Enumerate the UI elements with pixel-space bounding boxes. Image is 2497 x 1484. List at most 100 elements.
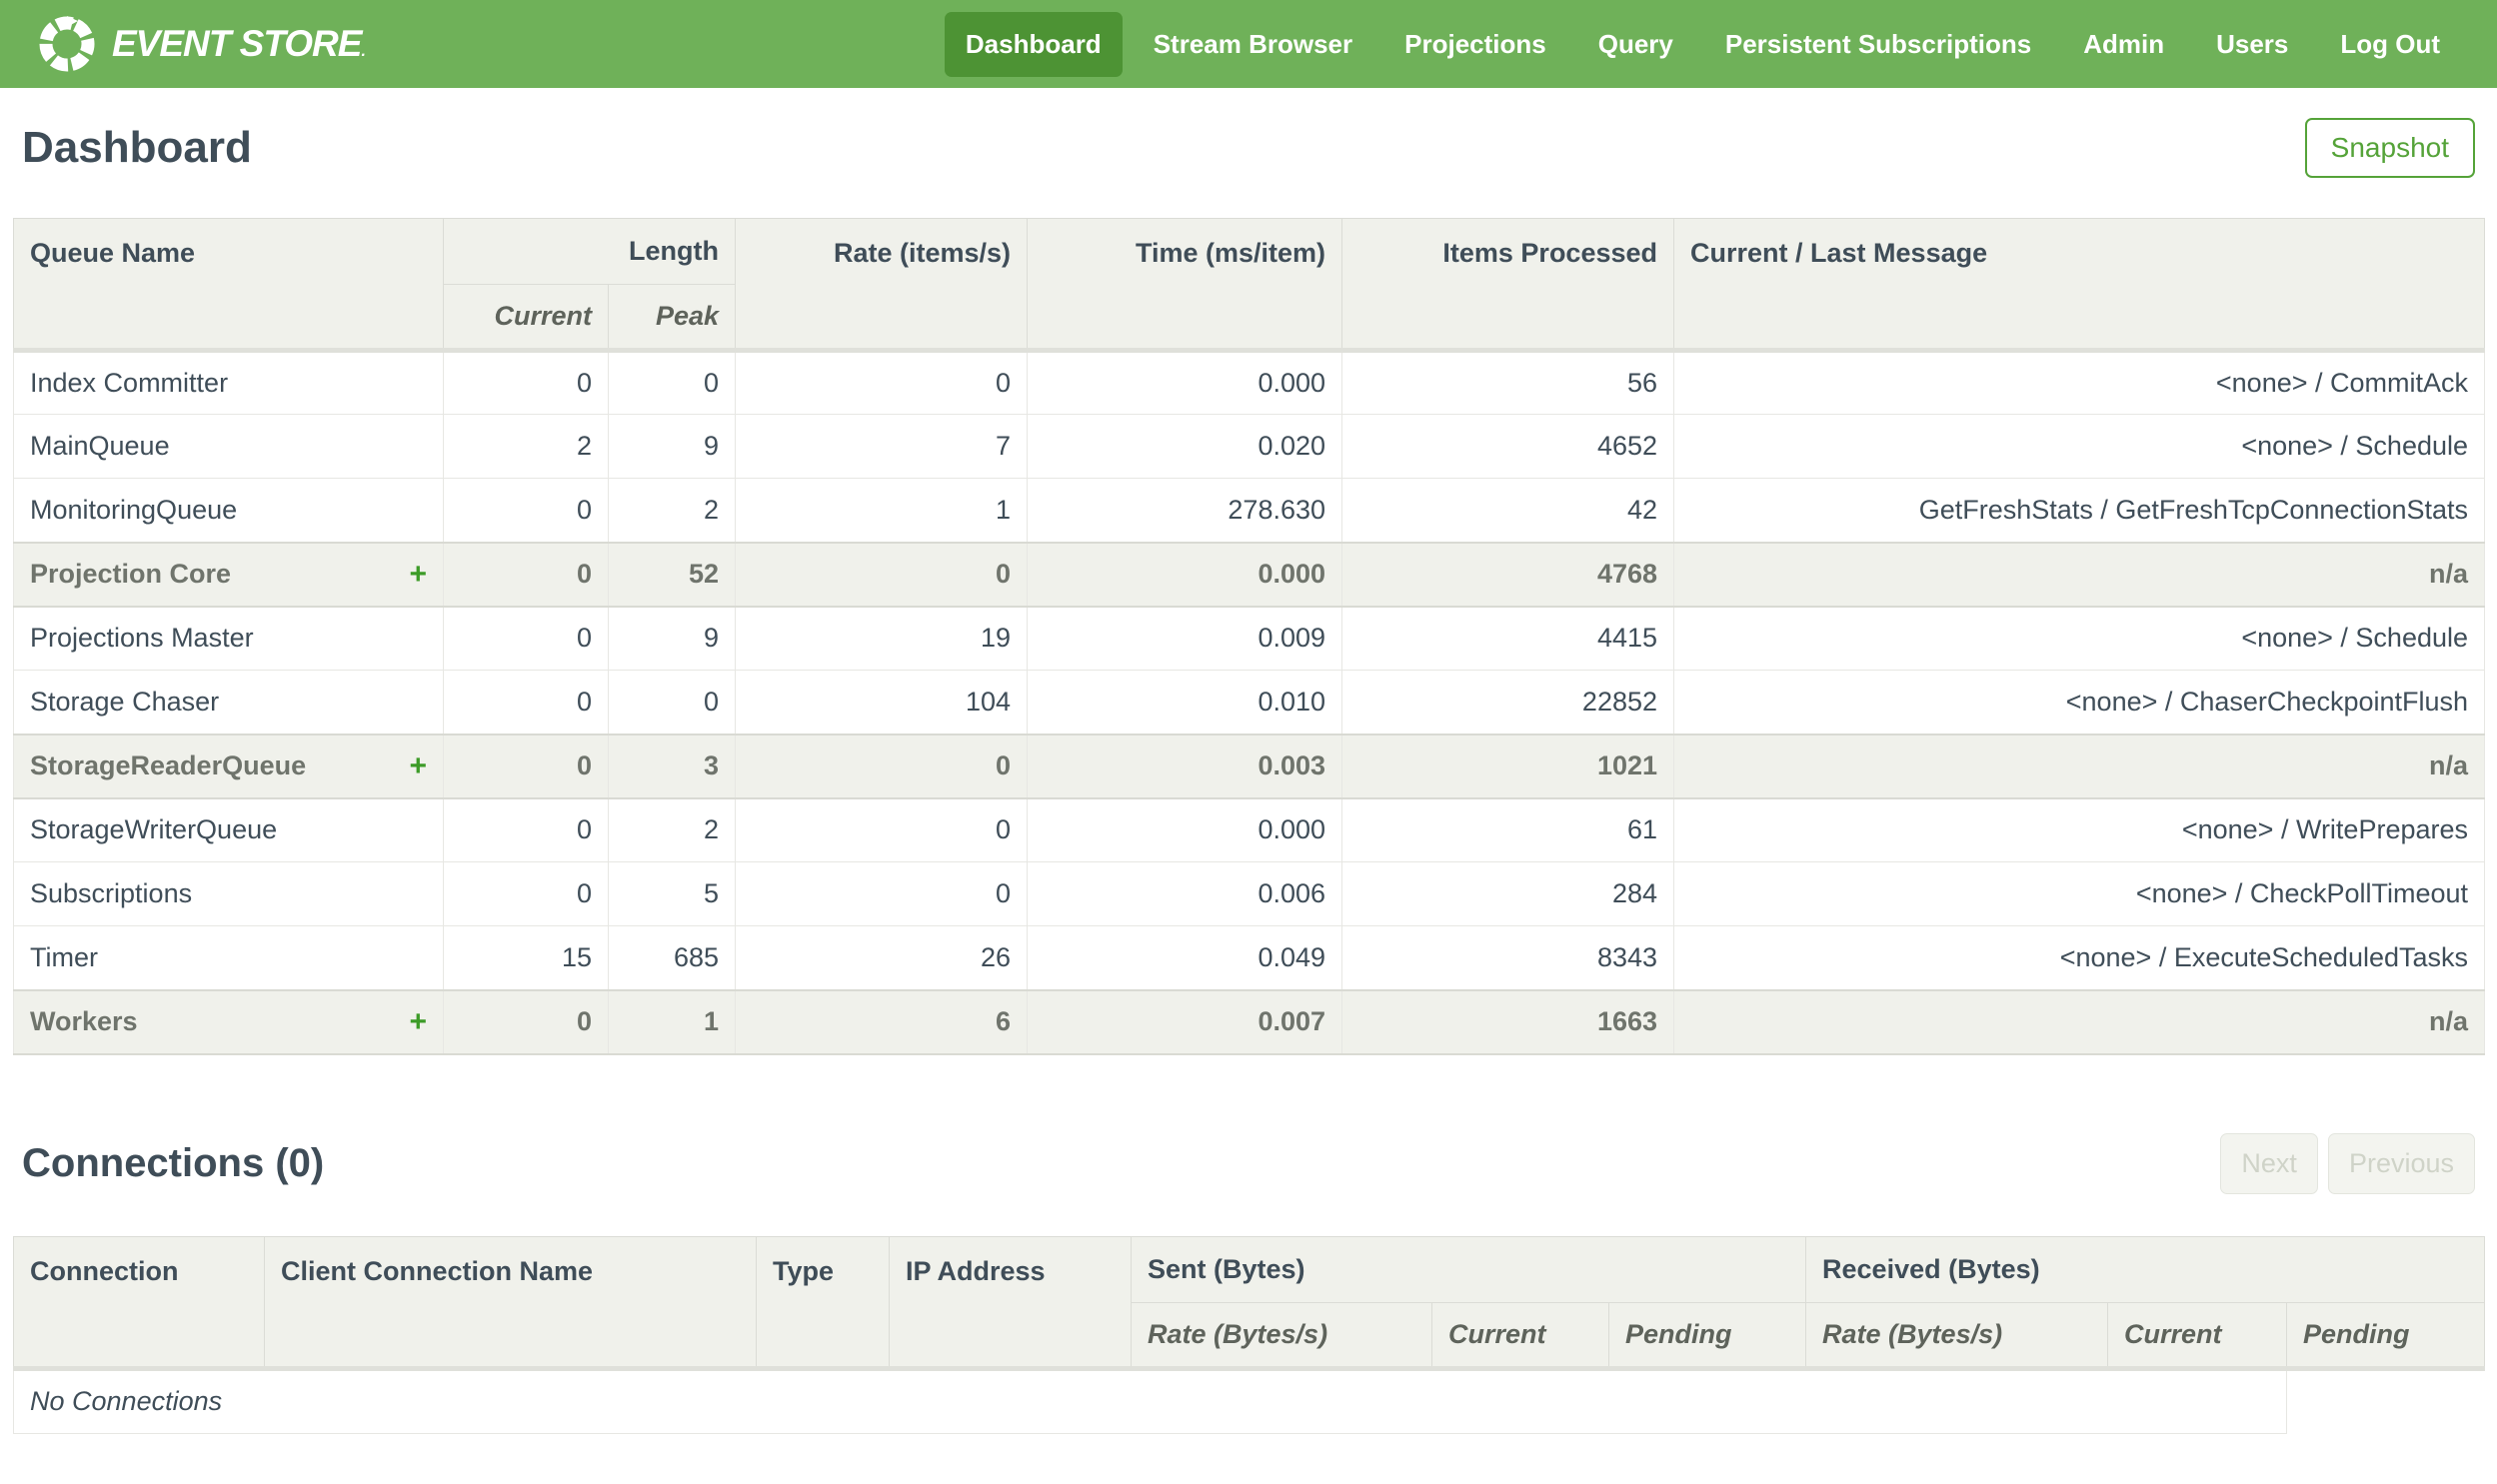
- queue-name-cell: Projection Core +: [13, 541, 444, 608]
- queue-name-cell: Index Committer +: [13, 350, 444, 415]
- col-header-connection: Connection: [13, 1235, 265, 1369]
- connections-table-head: Connection Client Connection Name Type I…: [13, 1235, 2486, 1369]
- queue-items-processed-cell: 56: [1341, 350, 1675, 415]
- queue-items-processed-cell: 284: [1341, 861, 1675, 926]
- queue-items-processed-cell: 8343: [1341, 925, 1675, 990]
- queue-time-cell: 0.007: [1027, 988, 1343, 1055]
- ghost-cell: [2286, 1368, 2485, 1433]
- nav-item[interactable]: Dashboard: [944, 11, 1123, 77]
- queue-name: MainQueue: [30, 431, 170, 461]
- queue-items-processed-cell: 1663: [1341, 988, 1675, 1055]
- queue-row: Index Committer + 0 0 0 0.000 56 <none> …: [13, 350, 2486, 415]
- queue-items-processed-cell: 1021: [1341, 733, 1675, 799]
- queue-message-cell: <none> / CommitAck: [1673, 350, 2486, 415]
- nav-item[interactable]: Query: [1577, 12, 1694, 77]
- queue-time-cell: 0.009: [1027, 606, 1343, 671]
- nav-item[interactable]: Admin: [2062, 12, 2185, 77]
- queue-name-cell: StorageWriterQueue +: [13, 797, 444, 862]
- queue-time-cell: 0.000: [1027, 797, 1343, 862]
- queue-name-cell: Workers +: [13, 988, 444, 1055]
- connections-table-body: No Connections: [12, 1367, 2485, 1434]
- next-button[interactable]: Next: [2220, 1132, 2318, 1194]
- col-header-length-current: Current: [443, 284, 609, 351]
- queue-name-cell: StorageReaderQueue +: [13, 733, 444, 799]
- page-header: Dashboard Snapshot: [22, 118, 2475, 178]
- queue-rate-cell: 0: [735, 350, 1029, 415]
- queue-name: MonitoringQueue: [30, 494, 238, 525]
- queue-length-current-cell: 0: [443, 478, 609, 543]
- col-header-received-rate: Rate (Bytes/s): [1805, 1301, 2109, 1369]
- col-header-type: Type: [756, 1235, 890, 1369]
- queue-length-peak-cell: 1: [607, 988, 737, 1055]
- queue-row: Projections Master + 0 9 19 0.009 4415 <…: [13, 606, 2486, 671]
- queue-message-cell: <none> / WritePrepares: [1673, 797, 2486, 862]
- queue-rate-cell: 0: [735, 733, 1029, 799]
- queue-name-cell: MonitoringQueue +: [13, 478, 444, 543]
- queue-name-cell: MainQueue +: [13, 414, 444, 479]
- col-header-ip-address: IP Address: [889, 1235, 1132, 1369]
- nav-item[interactable]: Stream Browser: [1133, 12, 1373, 77]
- queue-message-cell: <none> / Schedule: [1673, 414, 2486, 479]
- queue-time-cell: 0.006: [1027, 861, 1343, 926]
- queue-message-cell: <none> / ChaserCheckpointFlush: [1673, 670, 2486, 735]
- expand-plus-icon[interactable]: +: [409, 749, 427, 783]
- queue-length-current-cell: 0: [443, 733, 609, 799]
- snapshot-button[interactable]: Snapshot: [2304, 118, 2475, 178]
- queues-table: Queue Name Length Rate (items/s) Time (m…: [13, 218, 2486, 1055]
- queue-rate-cell: 6: [735, 988, 1029, 1055]
- queue-name-cell: Storage Chaser +: [13, 670, 444, 735]
- queue-length-peak-cell: 685: [607, 925, 737, 990]
- queue-message-cell: <none> / ExecuteScheduledTasks: [1673, 925, 2486, 990]
- queue-name: Timer: [30, 941, 98, 972]
- expand-plus-icon[interactable]: +: [409, 1005, 427, 1039]
- queue-name-cell: Timer +: [13, 925, 444, 990]
- expand-plus-icon[interactable]: +: [409, 558, 427, 592]
- queue-message-cell: <none> / CheckPollTimeout: [1673, 861, 2486, 926]
- queue-name: StorageWriterQueue: [30, 814, 278, 845]
- previous-button[interactable]: Previous: [2327, 1132, 2475, 1194]
- queue-row: Subscriptions + 0 5 0 0.006 284 <none> /…: [13, 861, 2486, 926]
- pager: Next Previous: [2220, 1132, 2475, 1194]
- queue-row: Projection Core + 0 52 0 0.000 4768 n/a: [13, 541, 2486, 608]
- queue-length-current-cell: 0: [443, 606, 609, 671]
- queue-name: Subscriptions: [30, 878, 193, 908]
- nav-item[interactable]: Projections: [1383, 12, 1567, 77]
- connections-table: Connection Client Connection Name Type I…: [12, 1235, 2486, 1434]
- queue-rate-cell: 19: [735, 606, 1029, 671]
- queue-length-current-cell: 0: [443, 670, 609, 735]
- brand-trademark-dot: .: [361, 43, 366, 60]
- queue-name-cell: Projections Master +: [13, 606, 444, 671]
- event-store-logo-icon: [36, 13, 98, 75]
- queue-time-cell: 278.630: [1027, 478, 1343, 543]
- queue-items-processed-cell: 4652: [1341, 414, 1675, 479]
- connections-header: Connections (0) Next Previous: [22, 1132, 2475, 1194]
- queue-name-cell: Subscriptions +: [13, 861, 444, 926]
- queue-items-processed-cell: 4415: [1341, 606, 1675, 671]
- queue-name: Storage Chaser: [30, 686, 220, 717]
- queue-time-cell: 0.000: [1027, 350, 1343, 415]
- queue-length-peak-cell: 52: [607, 541, 737, 608]
- queue-time-cell: 0.010: [1027, 670, 1343, 735]
- queue-name: StorageReaderQueue: [30, 750, 307, 780]
- col-header-sent-current: Current: [1431, 1301, 1609, 1369]
- queue-length-peak-cell: 9: [607, 606, 737, 671]
- col-header-received-current: Current: [2107, 1301, 2288, 1369]
- queue-row: Storage Chaser + 0 0 104 0.010 22852 <no…: [13, 670, 2486, 735]
- queue-items-processed-cell: 4768: [1341, 541, 1675, 608]
- col-header-rate: Rate (items/s): [735, 218, 1029, 351]
- nav-menu: Dashboard Stream Browser Projections Que…: [935, 11, 2461, 77]
- queue-rate-cell: 0: [735, 861, 1029, 926]
- nav-item[interactable]: Log Out: [2319, 12, 2461, 77]
- queue-length-peak-cell: 9: [607, 414, 737, 479]
- queues-table-body: Index Committer + 0 0 0 0.000 56 <none> …: [13, 350, 2486, 1055]
- col-header-sent-bytes: Sent (Bytes): [1130, 1235, 1807, 1303]
- no-connections-row: No Connections: [12, 1367, 2485, 1434]
- queue-row: MonitoringQueue + 0 2 1 278.630 42 GetFr…: [13, 478, 2486, 543]
- queue-time-cell: 0.020: [1027, 414, 1343, 479]
- main-content: Dashboard Snapshot Queue Name Length Rat…: [0, 118, 2497, 1055]
- nav-item[interactable]: Users: [2195, 12, 2309, 77]
- col-header-message: Current / Last Message: [1673, 218, 2486, 351]
- nav-item[interactable]: Persistent Subscriptions: [1704, 12, 2052, 77]
- brand[interactable]: EVENT STORE.: [36, 13, 366, 75]
- queue-length-peak-cell: 0: [607, 350, 737, 415]
